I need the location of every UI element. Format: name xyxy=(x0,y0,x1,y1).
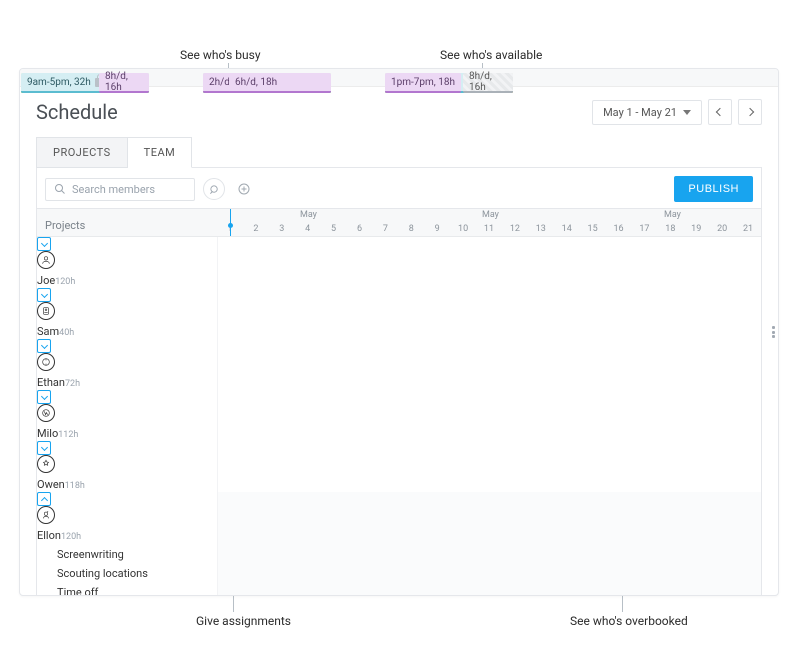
collapse-toggle[interactable] xyxy=(37,492,51,506)
project-name: Scouting locations xyxy=(57,567,148,580)
member-row: Joe120h xyxy=(37,237,217,288)
search-icon xyxy=(54,183,66,195)
expand-toggle[interactable] xyxy=(37,237,51,251)
project-subrow: Screenwriting xyxy=(37,543,217,562)
project-subrow: Scouting locations xyxy=(37,562,217,581)
day-label: 4 xyxy=(295,224,321,234)
day-label: 9 xyxy=(424,224,450,234)
schedule-bar[interactable]: 6h/d, 18h xyxy=(229,73,331,93)
column-header-projects: Projects xyxy=(37,209,217,237)
day-label: 12 xyxy=(502,224,528,234)
avatar-icon xyxy=(37,455,55,473)
annotation-busy: See who's busy xyxy=(180,48,261,62)
chevron-down-icon xyxy=(683,110,691,115)
timeline-row: Full4h open2h open8h open xyxy=(217,339,761,390)
avatar-icon xyxy=(37,251,55,269)
project-name: Screenwriting xyxy=(57,548,124,561)
timeline-row: FullFullFull xyxy=(217,237,761,288)
day-label: 3 xyxy=(269,224,295,234)
day-label: 21 xyxy=(735,224,761,234)
project-subrow: Time off xyxy=(37,581,217,596)
member-row: Ellon120h xyxy=(37,492,217,543)
prev-button[interactable] xyxy=(708,99,732,125)
timeline-row: 8h/d, 16h xyxy=(217,581,761,596)
timeline-row: 8h/d, 16h2h/d, 4h6h/d, 18h1pm-7pm, 18h xyxy=(217,562,761,581)
timeline-header: MayMayMay 123456789101112131415161718192… xyxy=(217,209,761,237)
day-label: 18 xyxy=(657,224,683,234)
page-title: Schedule xyxy=(36,100,118,124)
day-label: 15 xyxy=(580,224,606,234)
tab-projects[interactable]: PROJECTS xyxy=(36,137,128,168)
day-label: 13 xyxy=(528,224,554,234)
day-label: 11 xyxy=(476,224,502,234)
member-hours: 40h xyxy=(59,328,74,338)
date-range-label: May 1 - May 21 xyxy=(603,106,677,119)
tab-team[interactable]: TEAM xyxy=(128,137,193,168)
project-name: Time off xyxy=(57,586,98,596)
app-window: Schedule May 1 - May 21 PROJECTS TEAM Se… xyxy=(19,68,779,596)
expand-toggle[interactable] xyxy=(37,441,51,455)
member-name: Sam xyxy=(37,325,59,338)
member-hours: 72h xyxy=(65,379,80,389)
funnel-icon xyxy=(209,184,220,195)
day-label: 16 xyxy=(606,224,632,234)
member-row: Owen118h xyxy=(37,441,217,492)
day-label: 20 xyxy=(709,224,735,234)
day-label: 10 xyxy=(450,224,476,234)
chevron-left-icon xyxy=(716,108,724,116)
timeline-row: Full8h open8h open xyxy=(217,288,761,339)
expand-toggle[interactable] xyxy=(37,390,51,404)
filter-button[interactable] xyxy=(203,178,225,200)
schedule-bar[interactable]: 8h/d, 16h xyxy=(99,73,149,93)
avatar-icon xyxy=(37,353,55,371)
publish-button[interactable]: PUBLISH xyxy=(674,176,753,202)
member-name: Joe xyxy=(37,274,55,287)
day-label: 19 xyxy=(683,224,709,234)
member-row: Ethan72h xyxy=(37,339,217,390)
schedule-bar[interactable]: 8h/d, 16h xyxy=(463,73,513,93)
avatar-icon xyxy=(37,506,55,524)
member-row: Sam40h xyxy=(37,288,217,339)
member-name: Milo xyxy=(37,427,58,440)
member-hours: 120h xyxy=(61,532,81,542)
member-name: Ethan xyxy=(37,376,65,389)
search-placeholder: Search members xyxy=(72,183,155,196)
day-label: 14 xyxy=(554,224,580,234)
member-hours: 120h xyxy=(55,277,75,287)
timeline-row: Full2h open1h openFull xyxy=(217,390,761,441)
avatar-icon xyxy=(37,404,55,422)
day-label: 8 xyxy=(398,224,424,234)
add-button[interactable] xyxy=(233,178,255,200)
day-label: 5 xyxy=(321,224,347,234)
timeline-row: Full4h open2h open2h over4h over xyxy=(217,492,761,543)
member-name: Ellon xyxy=(37,529,61,542)
next-button[interactable] xyxy=(738,99,762,125)
annotation-overbooked: See who's overbooked xyxy=(570,614,688,628)
schedule-bar[interactable]: 1pm-7pm, 18h xyxy=(385,73,461,93)
expand-toggle[interactable] xyxy=(37,339,51,353)
search-input[interactable]: Search members xyxy=(45,178,195,201)
annotation-assignments: Give assignments xyxy=(196,614,291,628)
expand-toggle[interactable] xyxy=(37,288,51,302)
member-hours: 118h xyxy=(65,481,85,491)
day-label: 6 xyxy=(347,224,373,234)
annotation-available: See who's available xyxy=(440,48,542,62)
member-hours: 112h xyxy=(58,430,78,440)
member-row: Milo112h xyxy=(37,390,217,441)
date-range-picker[interactable]: May 1 - May 21 xyxy=(592,100,702,125)
plus-circle-icon xyxy=(238,183,250,195)
chevron-right-icon xyxy=(746,108,754,116)
drag-handle-icon[interactable] xyxy=(772,326,779,338)
member-name: Owen xyxy=(37,478,65,491)
timeline-row: Full4h open4h over2h openFull4h over xyxy=(217,441,761,492)
day-label: 7 xyxy=(372,224,398,234)
day-label: 17 xyxy=(631,224,657,234)
timeline-row: 9am-5pm, 32h2h/d, 10h7am-11am, 20h xyxy=(217,543,761,562)
day-label: 2 xyxy=(243,224,269,234)
avatar-icon xyxy=(37,302,55,320)
